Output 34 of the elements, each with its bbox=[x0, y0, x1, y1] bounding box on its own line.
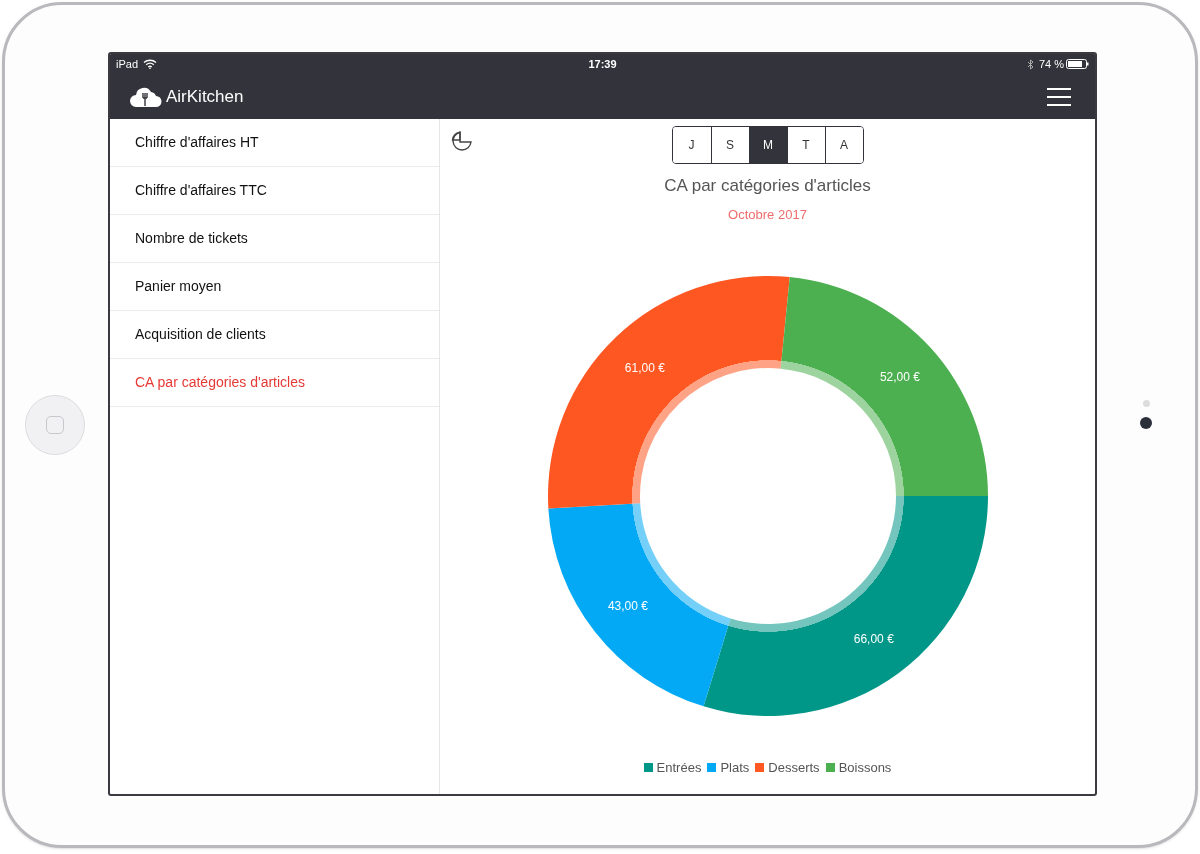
legend-label: Desserts bbox=[768, 759, 820, 777]
sidebar-item[interactable]: Acquisition de clients bbox=[110, 311, 439, 359]
sidebar-item[interactable]: Nombre de tickets bbox=[110, 215, 439, 263]
battery-percent: 74 % bbox=[1038, 56, 1064, 72]
period-tab[interactable]: A bbox=[824, 127, 863, 163]
sidebar-item[interactable]: Chiffre d'affaires HT bbox=[110, 119, 439, 167]
legend-label: Boissons bbox=[838, 759, 892, 777]
sidebar-item[interactable]: Panier moyen bbox=[110, 263, 439, 311]
pie-chart-icon[interactable] bbox=[450, 129, 474, 153]
legend-label: Plats bbox=[720, 759, 750, 777]
value-label: 61,00 € bbox=[624, 360, 665, 375]
menu-button[interactable] bbox=[1047, 87, 1071, 106]
bluetooth-icon bbox=[1026, 58, 1034, 70]
battery-icon bbox=[1066, 59, 1089, 69]
sensor-icon bbox=[1143, 400, 1150, 407]
legend-swatch bbox=[755, 763, 765, 773]
period-tab[interactable]: M bbox=[748, 127, 787, 163]
chart-title: CA par catégories d'articles bbox=[664, 175, 871, 197]
clock: 17:39 bbox=[588, 56, 617, 72]
value-label: 43,00 € bbox=[607, 598, 648, 613]
chart-subtitle: Octobre 2017 bbox=[728, 205, 807, 224]
legend-swatch bbox=[825, 763, 835, 773]
value-label: 66,00 € bbox=[853, 632, 894, 647]
legend-swatch bbox=[643, 763, 653, 773]
legend-swatch bbox=[707, 763, 717, 773]
legend-label: Entrées bbox=[656, 759, 702, 777]
wifi-icon bbox=[143, 59, 158, 69]
cloud-logo-icon bbox=[130, 86, 162, 107]
camera-icon bbox=[1140, 417, 1152, 429]
device-name: iPad bbox=[116, 56, 139, 72]
app-title: AirKitchen bbox=[166, 85, 244, 108]
value-label: 52,00 € bbox=[879, 369, 920, 384]
sidebar-item[interactable]: CA par catégories d'articles bbox=[110, 359, 439, 407]
sidebar-item[interactable]: Chiffre d'affaires TTC bbox=[110, 167, 439, 215]
